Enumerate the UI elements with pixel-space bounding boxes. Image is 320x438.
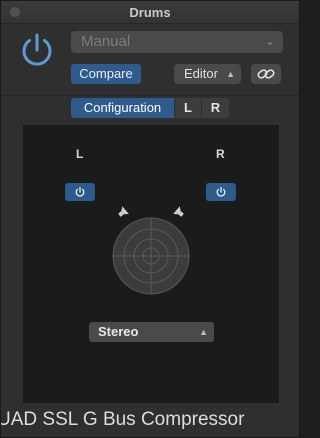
up-down-chevron-icon: ▲: [226, 69, 235, 79]
view-mode-menu[interactable]: Editor ▲: [174, 64, 241, 84]
plugin-window: Drums Manual ⌄ Compare Editor ▲ Configur…: [0, 0, 300, 438]
compare-button[interactable]: Compare: [71, 64, 141, 84]
link-button[interactable]: [251, 64, 281, 84]
view-mode-label: Editor: [184, 66, 218, 81]
channel-mode-menu[interactable]: Stereo ▲: [89, 322, 214, 342]
right-channel-power-button[interactable]: [206, 183, 236, 201]
stereo-placement-dial[interactable]: [101, 206, 201, 301]
power-icon: [216, 186, 226, 197]
tab-left[interactable]: L: [175, 98, 201, 118]
preset-value: Manual: [81, 33, 131, 50]
tab-right[interactable]: R: [202, 98, 229, 118]
up-down-chevron-icon: ▲: [199, 327, 208, 337]
chevron-down-icon: ⌄: [264, 34, 275, 48]
preset-menu[interactable]: Manual ⌄: [71, 31, 283, 53]
divider: [1, 95, 299, 96]
right-channel-label: R: [216, 147, 225, 161]
plugin-power-button[interactable]: [17, 31, 57, 71]
window-title: Drums: [129, 5, 171, 20]
left-speaker-icon: [118, 206, 129, 217]
left-channel-power-button[interactable]: [65, 183, 95, 201]
plugin-name-label: UAD SSL G Bus Compressor: [1, 409, 245, 430]
left-channel-label: L: [76, 147, 84, 161]
tab-configuration[interactable]: Configuration: [71, 98, 174, 118]
title-bar: Drums: [1, 1, 299, 24]
link-icon: [257, 69, 275, 79]
power-icon: [75, 186, 85, 197]
right-speaker-icon: [173, 206, 184, 217]
channel-mode-value: Stereo: [98, 324, 139, 339]
